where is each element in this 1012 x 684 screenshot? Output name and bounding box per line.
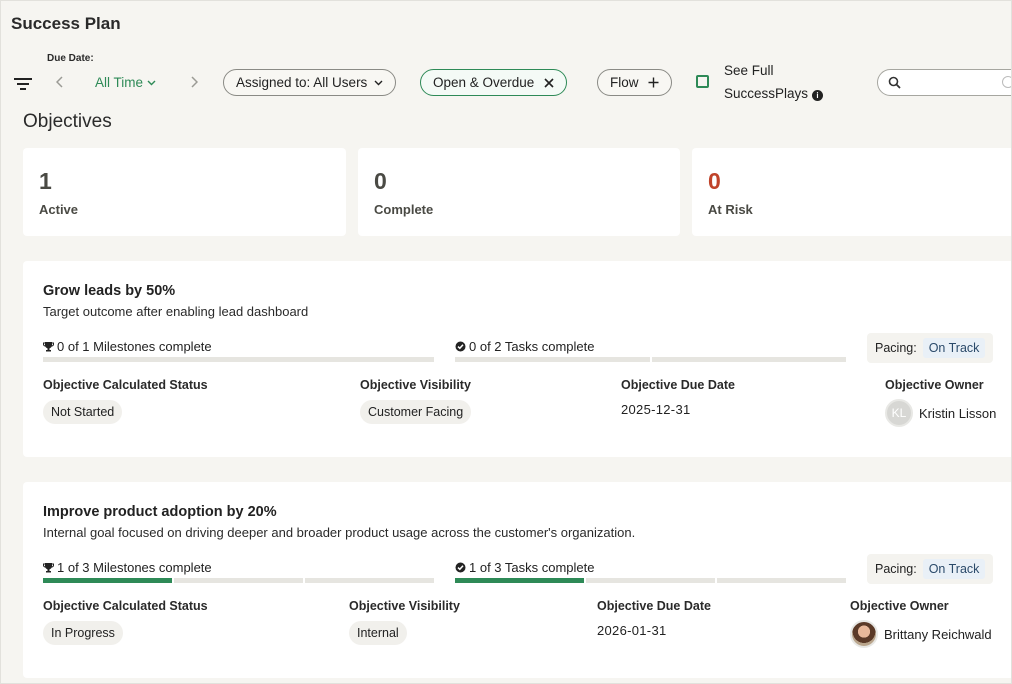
search-input[interactable] [877,69,1011,96]
milestones-progress-label: 1 of 3 Milestones complete [43,560,212,575]
visibility-badge: Internal [349,621,407,645]
owner-label: Objective Owner [885,378,984,392]
milestones-text: 0 of 1 Milestones complete [57,339,212,354]
flow-label: Flow [610,75,639,90]
owner-name: Kristin Lisson [919,405,997,421]
stat-label: At Risk [708,202,753,217]
success-plan-panel: Success Plan Due Date: All Time Assigned… [0,0,1012,684]
progress-segment [43,357,434,362]
progress-segment [717,578,846,583]
owner-label: Objective Owner [850,599,949,613]
avatar: KL [885,399,913,427]
visibility-label: Objective Visibility [360,378,471,392]
due-date-label: Due Date: [47,53,94,64]
due-date-value: 2025-12-31 [621,402,691,417]
time-range-value: All Time [95,75,144,90]
progress-segment [305,578,434,583]
objective-description: Internal goal focused on driving deeper … [43,525,636,540]
check-circle-icon [455,562,466,573]
progress-segment [455,578,584,583]
pacing-label: Pacing: [875,562,917,576]
milestones-progress-label: 0 of 1 Milestones complete [43,339,212,354]
stat-card-at-risk: 0 At Risk [692,148,1011,236]
objective-owner: Brittany Reichwald [850,620,992,648]
status-badge: Not Started [43,400,123,424]
progress-segment [43,578,172,583]
tasks-text: 0 of 2 Tasks complete [469,339,595,354]
due-date-value: 2026-01-31 [597,623,667,638]
chevron-left-icon [55,76,63,88]
avatar [850,620,878,648]
objective-title[interactable]: Improve product adoption by 20% [43,504,277,520]
see-full-successplays-label: See Full SuccessPlays i [724,59,824,105]
next-period-button[interactable] [187,75,201,93]
stat-value: 0 [374,168,387,194]
assigned-to-filter[interactable]: Assigned to: All Users [223,69,397,96]
previous-period-button[interactable] [53,75,67,93]
objective-description: Target outcome after enabling lead dashb… [43,304,309,319]
milestones-progress-bar [43,357,434,362]
tasks-progress-label: 0 of 2 Tasks complete [455,339,595,354]
see-full-line1: See Full [724,63,774,78]
chevron-down-icon [374,80,383,85]
stat-label: Active [39,202,79,217]
progress-segment [174,578,303,583]
check-circle-icon [455,341,466,352]
tasks-progress-bar [455,357,846,362]
info-icon[interactable]: i [812,90,824,101]
trophy-icon [43,342,54,352]
chevron-down-icon [147,80,156,85]
objective-card[interactable]: Improve product adoption by 20% Internal… [23,482,1011,678]
tasks-progress-label: 1 of 3 Tasks complete [455,560,595,575]
see-full-line2: SuccessPlays [724,86,809,101]
stat-label: Complete [374,202,434,217]
pacing-label: Pacing: [875,341,917,355]
objective-owner: KL Kristin Lisson [885,399,996,427]
progress-segment [455,357,650,362]
stat-value: 1 [39,168,52,194]
stat-card-active: 1 Active [23,148,346,236]
chevron-right-icon [191,76,199,88]
progress-segment [651,357,846,362]
visibility-badge: Customer Facing [360,400,472,424]
status-filter-label: Open & Overdue [433,75,535,90]
pacing-status-badge: On Track [922,559,986,579]
tasks-text: 1 of 3 Tasks complete [469,560,595,575]
pacing-indicator: Pacing: On Track [867,554,994,584]
due-date-label: Objective Due Date [621,378,735,392]
add-flow-filter[interactable]: Flow [597,69,672,96]
see-full-successplays-checkbox[interactable] [696,75,709,88]
tasks-progress-bar [455,578,846,583]
pacing-indicator: Pacing: On Track [867,333,994,363]
pacing-status-badge: On Track [922,338,986,358]
trophy-icon [43,563,54,573]
clear-search-icon[interactable] [1002,76,1011,88]
page-title: Success Plan [11,14,121,33]
objective-title[interactable]: Grow leads by 50% [43,283,175,299]
objective-card[interactable]: Grow leads by 50% Target outcome after e… [23,261,1011,457]
milestones-text: 1 of 3 Milestones complete [57,560,212,575]
plus-icon [648,77,659,88]
search-icon [888,76,901,89]
calculated-status-label: Objective Calculated Status [43,378,208,392]
progress-segment [586,578,715,583]
time-range-select[interactable]: All Time [95,75,156,90]
visibility-label: Objective Visibility [349,599,460,613]
due-date-label: Objective Due Date [597,599,711,613]
assigned-to-label: Assigned to: All Users [236,75,368,90]
close-icon[interactable] [544,77,554,88]
section-title: Objectives [23,111,112,132]
stat-card-complete: 0 Complete [358,148,680,236]
stat-value: 0 [708,168,721,194]
milestones-progress-bar [43,578,434,583]
calculated-status-label: Objective Calculated Status [43,599,208,613]
status-badge: In Progress [43,621,123,645]
owner-name: Brittany Reichwald [884,626,992,642]
status-filter-chip[interactable]: Open & Overdue [420,69,568,96]
filter-icon[interactable] [13,76,33,92]
